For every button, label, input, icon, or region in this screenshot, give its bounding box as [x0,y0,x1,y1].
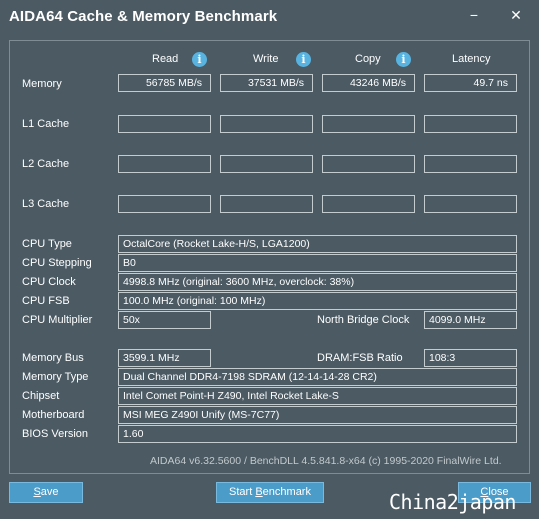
cpu-stepping-label: CPU Stepping [22,257,92,269]
header-read: Read [152,53,179,65]
cpu-multiplier-label: CPU Multiplier [22,314,93,326]
memory-copy-value: 43246 MB/s [322,74,415,92]
l2-write-value [220,155,313,173]
l1-copy-value [322,115,415,133]
l2-latency-value [424,155,517,173]
chipset-label: Chipset [22,390,60,402]
l1-write-value [220,115,313,133]
close-icon[interactable]: ✕ [505,6,527,24]
memory-write-value: 37531 MB/s [220,74,313,92]
memory-label: Memory [22,78,62,90]
header-write: Write [253,53,279,65]
l2-cache-label: L2 Cache [22,158,70,170]
cpu-type-value: OctalCore (Rocket Lake-H/S, LGA1200) [118,235,517,253]
north-bridge-clock-label: North Bridge Clock [317,314,410,326]
l1-cache-label: L1 Cache [22,118,70,130]
cpu-clock-value: 4998.8 MHz (original: 3600 MHz, overcloc… [118,273,517,291]
copy-info-icon[interactable]: i [396,52,411,67]
window-title: AIDA64 Cache & Memory Benchmark [9,8,278,25]
version-footer: AIDA64 v6.32.5600 / BenchDLL 4.5.841.8-x… [150,455,502,467]
motherboard-label: Motherboard [22,409,85,421]
memory-type-value: Dual Channel DDR4-7198 SDRAM (12-14-14-2… [118,368,517,386]
memory-bus-label: Memory Bus [22,352,84,364]
memory-bus-value: 3599.1 MHz [118,349,211,367]
l2-read-value [118,155,211,173]
cpu-type-label: CPU Type [22,238,72,250]
read-info-icon[interactable]: i [192,52,207,67]
north-bridge-clock-value: 4099.0 MHz [424,311,517,329]
memory-latency-value: 49.7 ns [424,74,517,92]
cpu-clock-label: CPU Clock [22,276,76,288]
dram-fsb-ratio-label: DRAM:FSB Ratio [317,352,403,364]
l3-cache-label: L3 Cache [22,198,70,210]
memory-type-label: Memory Type [22,371,89,383]
l3-copy-value [322,195,415,213]
dram-fsb-ratio-value: 108:3 [424,349,517,367]
header-copy: Copy [355,53,381,65]
header-latency: Latency [452,53,491,65]
minimize-icon[interactable]: − [463,6,485,24]
bios-version-label: BIOS Version [22,428,89,440]
start-benchmark-button[interactable]: Start Benchmark [216,482,324,503]
memory-read-value: 56785 MB/s [118,74,211,92]
l3-latency-value [424,195,517,213]
chipset-value: Intel Comet Point-H Z490, Intel Rocket L… [118,387,517,405]
write-info-icon[interactable]: i [296,52,311,67]
l1-latency-value [424,115,517,133]
save-button[interactable]: Save [9,482,83,503]
l3-read-value [118,195,211,213]
cpu-fsb-label: CPU FSB [22,295,70,307]
watermark: China2japan [389,490,516,514]
motherboard-value: MSI MEG Z490I Unify (MS-7C77) [118,406,517,424]
cpu-fsb-value: 100.0 MHz (original: 100 MHz) [118,292,517,310]
l2-copy-value [322,155,415,173]
cpu-stepping-value: B0 [118,254,517,272]
cpu-multiplier-value: 50x [118,311,211,329]
bios-version-value: 1.60 [118,425,517,443]
title-bar: AIDA64 Cache & Memory Benchmark − ✕ [0,0,539,32]
l1-read-value [118,115,211,133]
l3-write-value [220,195,313,213]
